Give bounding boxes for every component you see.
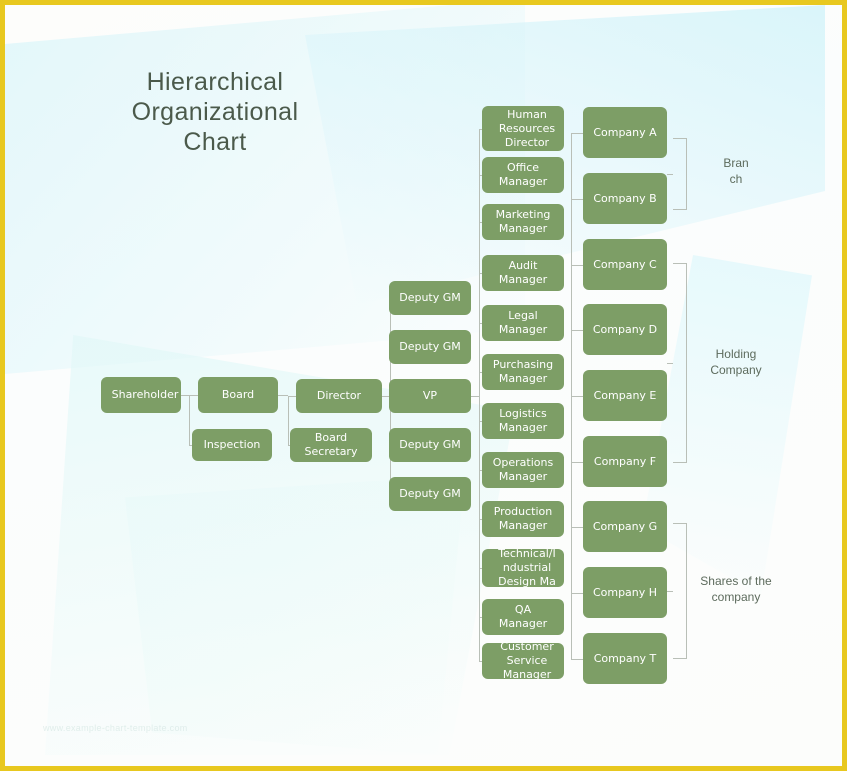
node-label: Legal Manager [498,309,548,336]
node-label: Company A [593,125,657,139]
node-label: Operations Manager [492,456,554,483]
node-label: Purchasing Manager [492,358,554,385]
node-shareholder[interactable]: Shareholder [101,377,181,413]
connector-shareholder-to-board-branch-0 [189,395,198,396]
node-customer-service-manager[interactable]: Customer Service Manager [482,640,564,681]
connector-company-branch-1 [571,198,583,200]
node-director[interactable]: Director [296,379,382,413]
node-marketing-manager[interactable]: Marketing Manager [482,204,564,240]
node-deputy-gm-2[interactable]: Deputy GM [389,330,471,364]
connector-company-branch-7 [571,592,583,594]
node-company-c[interactable]: Company C [583,239,667,290]
node-office-manager[interactable]: Office Manager [482,157,564,193]
group-label-shares-of-the-company: Shares of the company [700,574,772,604]
connector-company-branch-8 [571,658,583,660]
node-label: QA Manager [498,603,548,630]
node-company-d[interactable]: Company D [583,304,667,355]
node-production-manager[interactable]: Production Manager [482,501,564,537]
group-bracket-tick-shares-of-the-company [667,591,673,592]
node-inspection[interactable]: Inspection [192,429,272,461]
connector-board-to-director-stub [278,395,288,396]
node-board[interactable]: Board [198,377,278,413]
node-label: Company H [592,585,658,599]
node-company-g[interactable]: Company G [583,501,667,552]
connector-company-branch-5 [571,461,583,463]
node-label: Company D [592,322,658,336]
node-company-e[interactable]: Company E [583,370,667,421]
connector-company-branch-0 [571,132,583,134]
node-deputy-gm-4[interactable]: Deputy GM [389,477,471,511]
node-label: Director [316,389,362,402]
node-deputy-gm-3[interactable]: Deputy GM [389,428,471,462]
node-label: Human Resources Director [498,107,556,149]
node-label: Board [221,388,255,401]
node-technical-industrial-design-manager[interactable]: Technical/I ndustrial Design Ma [482,547,564,588]
connector-shareholder-to-board-spine [189,395,190,445]
node-label: Company E [593,388,657,402]
node-operations-manager[interactable]: Operations Manager [482,452,564,488]
background-shape-a [5,5,525,378]
node-label: Company C [593,257,657,271]
node-company-h[interactable]: Company H [583,567,667,618]
node-logistics-manager[interactable]: Logistics Manager [482,403,564,439]
node-label: Company G [592,519,658,533]
node-label: Inspection [203,438,261,451]
node-label: Customer Service Manager [500,640,554,681]
node-company-b[interactable]: Company B [583,173,667,224]
connector-board-to-director-spine [288,396,289,445]
node-label: Company T [593,651,657,665]
node-company-a[interactable]: Company A [583,107,667,158]
node-label: Production Manager [493,505,553,532]
node-label: Company F [593,454,657,468]
watermark: www.example-chart-template.com [43,723,188,733]
node-qa-manager[interactable]: QA Manager [482,599,564,635]
node-label: Deputy GM [399,291,461,304]
node-label: Technical/I ndustrial Design Ma [498,547,556,588]
node-label: Marketing Manager [495,208,551,235]
org-chart-canvas: Hierarchical Organizational Chart Shareh… [0,0,847,771]
node-label: Board Secretary [304,431,358,458]
group-label-branch: Bran ch [723,156,749,186]
node-label: Logistics Manager [498,407,548,434]
connector-company-branch-3 [571,329,583,331]
node-deputy-gm-1[interactable]: Deputy GM [389,281,471,315]
connector-company-branch-2 [571,264,583,266]
node-legal-manager[interactable]: Legal Manager [482,305,564,341]
group-bracket-tick-branch [667,174,673,175]
node-label: VP [422,389,438,402]
background-shape-d [642,255,812,595]
connector-vp-to-managers-stub [471,396,479,397]
node-vp[interactable]: VP [389,379,471,413]
connector-company-branch-4 [571,395,583,397]
connector-company-branch-6 [571,526,583,528]
node-audit-manager[interactable]: Audit Manager [482,255,564,291]
node-label: Deputy GM [399,487,461,500]
connector-board-to-director-branch-0 [288,396,296,397]
connector-vp-to-managers-spine [479,128,480,661]
node-label: Deputy GM [399,340,461,353]
node-label: Shareholder [111,388,179,401]
node-label: Office Manager [498,161,548,188]
node-purchasing-manager[interactable]: Purchasing Manager [482,354,564,390]
node-label: Deputy GM [399,438,461,451]
node-company-t[interactable]: Company T [583,633,667,684]
background-shape-e [125,475,465,755]
group-label-holding-company: Holding Company [710,347,762,377]
node-label: Audit Manager [498,259,548,286]
node-hr-director[interactable]: Human Resources Director [482,106,564,151]
node-board-secretary[interactable]: Board Secretary [290,428,372,462]
node-label: Company B [593,191,657,205]
group-bracket-tick-holding-company [667,363,673,364]
node-company-f[interactable]: Company F [583,436,667,487]
page-title: Hierarchical Organizational Chart [131,68,299,156]
